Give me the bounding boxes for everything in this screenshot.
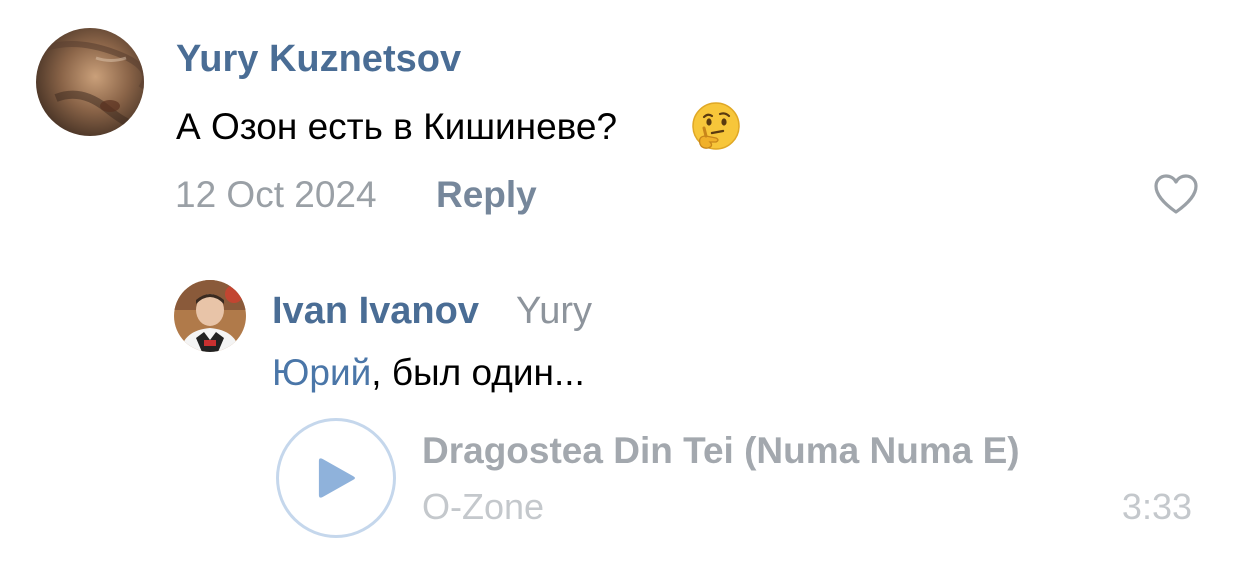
thinking-face-emoji-icon bbox=[690, 100, 742, 152]
audio-track-title[interactable]: Dragostea Din Tei (Numa Numa E) bbox=[422, 430, 1020, 472]
audio-track-duration: 3:33 bbox=[1121, 486, 1192, 527]
reply-button[interactable]: Reply bbox=[436, 174, 537, 216]
play-icon bbox=[318, 458, 355, 498]
avatar-image bbox=[36, 28, 144, 136]
audio-track-artist[interactable]: O-Zone bbox=[422, 486, 544, 528]
reply-author[interactable]: Ivan Ivanov bbox=[272, 290, 479, 333]
reply-to-name[interactable]: Yury bbox=[516, 290, 592, 333]
heart-outline-icon[interactable] bbox=[1152, 172, 1200, 216]
comment-author[interactable]: Yury Kuznetsov bbox=[176, 38, 461, 81]
comment-date: 12 Oct 2024 bbox=[175, 174, 377, 215]
comment-thread: Yury Kuznetsov А Озон есть в Кишиневе? 1… bbox=[0, 0, 1242, 562]
avatar[interactable] bbox=[36, 28, 144, 136]
reply-text-body: , был один... bbox=[371, 352, 585, 393]
avatar-image bbox=[174, 280, 246, 352]
reply-text: Юрий, был один... bbox=[272, 352, 585, 394]
comment-text: А Озон есть в Кишиневе? bbox=[176, 106, 618, 147]
mention-link[interactable]: Юрий bbox=[272, 352, 371, 393]
audio-play-button[interactable] bbox=[276, 418, 396, 538]
avatar[interactable] bbox=[174, 280, 246, 352]
